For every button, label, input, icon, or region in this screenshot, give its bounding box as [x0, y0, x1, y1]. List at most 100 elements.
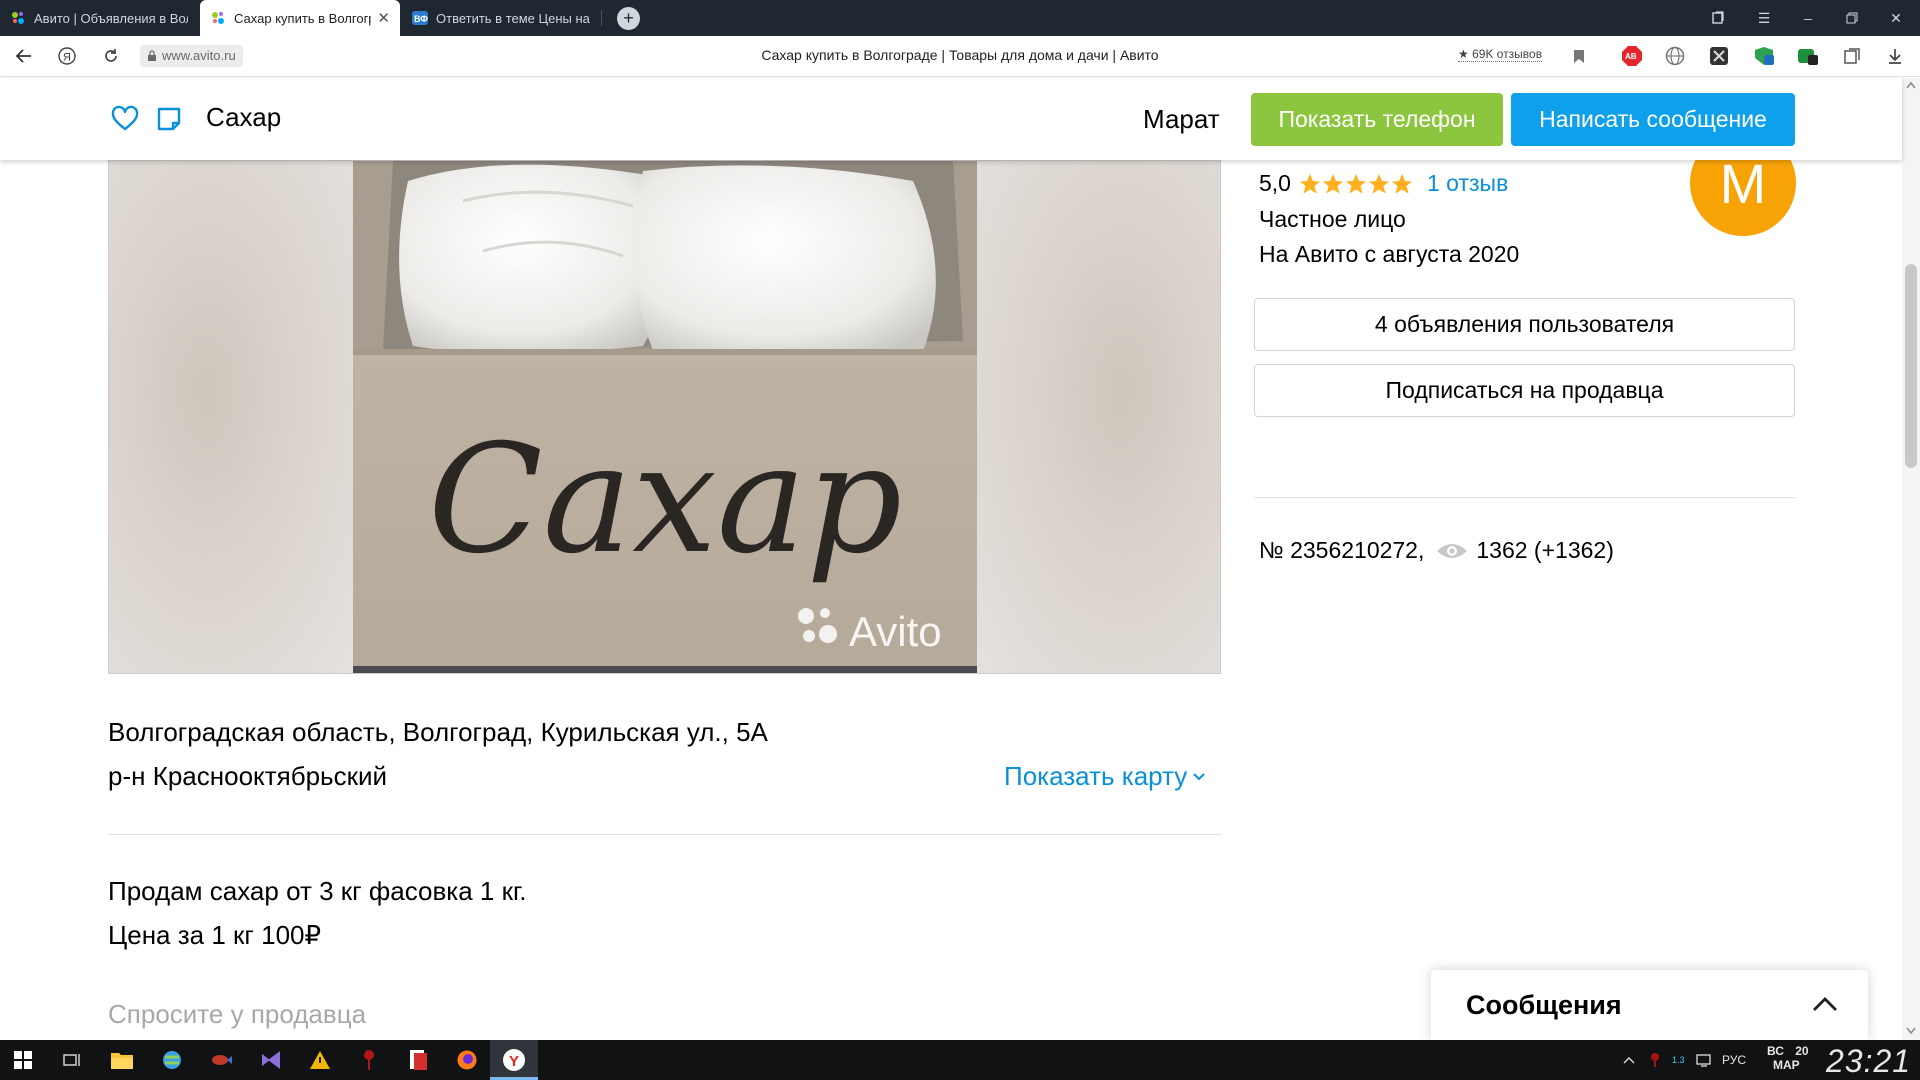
note-icon[interactable]	[155, 105, 183, 133]
back-arrow-icon[interactable]	[12, 44, 36, 68]
avito-watermark-text: Avito	[849, 608, 942, 655]
section-divider	[108, 834, 1221, 835]
avito-favicon-icon	[12, 12, 24, 24]
description-line: Цена за 1 кг 100₽	[108, 920, 322, 950]
green-extension-icon[interactable]	[1753, 45, 1775, 67]
rating-value: 5,0	[1259, 170, 1291, 196]
listing-district: р-н Краснооктябрьский	[108, 761, 388, 791]
tab-forum-reply[interactable]: ВФ Ответить в теме Цены на	[402, 0, 602, 36]
download-icon[interactable]	[1884, 45, 1906, 67]
seller-name-link[interactable]: Марат	[1143, 104, 1220, 135]
views-count: 1362 (+1362)	[1476, 537, 1614, 563]
minimize-icon[interactable]: –	[1786, 0, 1830, 36]
user-ads-button[interactable]: 4 объявления пользователя	[1254, 298, 1795, 351]
star-icon	[1368, 173, 1389, 193]
svg-text:Y: Y	[509, 1053, 519, 1070]
yandex-browser-icon[interactable]: Y	[499, 1045, 529, 1075]
svg-text:ВФ: ВФ	[414, 14, 428, 24]
adblock-extension-icon[interactable]: AB	[1621, 45, 1643, 67]
globe-extension-icon[interactable]	[1664, 45, 1686, 67]
firefox-icon[interactable]	[452, 1045, 482, 1075]
url-text: www.avito.ru	[162, 48, 236, 63]
wallet-extension-icon[interactable]	[1797, 45, 1819, 67]
reviews-link[interactable]: 1 отзыв	[1427, 170, 1508, 197]
seller-divider	[1254, 497, 1795, 498]
avito-favicon-icon	[212, 12, 224, 24]
rating-stars	[1299, 173, 1414, 195]
dark-extension-icon[interactable]	[1708, 45, 1730, 67]
show-map-label: Показать карту	[1004, 761, 1188, 791]
collections-icon[interactable]	[1841, 45, 1863, 67]
svg-text:AB: AB	[1625, 52, 1637, 61]
svg-text:Я: Я	[63, 52, 71, 64]
tab-sugar-listing[interactable]: Сахар купить в Волгограде ✕	[200, 0, 400, 36]
day-of-week: ВС	[1767, 1044, 1784, 1058]
tab-title: Ответить в теме Цены на	[436, 10, 590, 26]
scrollbar-thumb[interactable]	[1905, 264, 1917, 468]
seller-type: Частное лицо	[1259, 206, 1406, 232]
windows-taskbar: Y 1.3 РУС ВС 20 МАР 23:21	[0, 1040, 1920, 1080]
app-document-icon[interactable]	[403, 1045, 433, 1075]
yandex-home-icon[interactable]: Я	[55, 44, 79, 68]
file-explorer-icon[interactable]	[107, 1045, 137, 1075]
description-line: Продам сахар от 3 кг фасовка 1 кг.	[108, 876, 527, 906]
listing-title: Сахар	[206, 102, 282, 132]
url-field[interactable]: www.avito.ru	[140, 45, 243, 67]
seller-rating: 5,0 1 отзыв	[1259, 170, 1508, 197]
tab-avito-ads[interactable]: Авито | Объявления в Волгограде	[0, 0, 198, 36]
photo-blur-left	[109, 161, 353, 673]
close-window-icon[interactable]: ✕	[1874, 0, 1918, 36]
app-pin-icon[interactable]	[354, 1045, 384, 1075]
photo-blur-right	[976, 161, 1220, 673]
listing-address: Волгоградская область, Волгоград, Куриль…	[108, 717, 768, 747]
subscribe-seller-button[interactable]: Подписаться на продавца	[1254, 364, 1795, 417]
listing-meta: № 2356210272, 1362 (+1362)	[1259, 537, 1614, 564]
app-fish-icon[interactable]	[206, 1045, 236, 1075]
close-tab-icon[interactable]: ✕	[377, 9, 390, 27]
scroll-up-arrow-icon[interactable]	[1905, 80, 1917, 90]
product-photo[interactable]: Сахар Avito	[108, 160, 1221, 674]
tab-separator	[601, 10, 602, 26]
listing-sticky-header: Сахар Марат Показать телефон Написать со…	[0, 78, 1902, 160]
windows-start-icon[interactable]	[8, 1045, 38, 1075]
site-reviews-link[interactable]: ★ 69K отзывов	[1458, 47, 1543, 62]
heart-favorite-icon[interactable]	[111, 105, 139, 133]
show-phone-button[interactable]: Показать телефон	[1251, 93, 1503, 146]
language-indicator[interactable]: РУС	[1722, 1053, 1746, 1067]
sugar-box-image: Сахар Avito	[353, 161, 977, 673]
reload-icon[interactable]	[99, 44, 123, 68]
tray-clock[interactable]: 23:21	[1826, 1043, 1911, 1080]
scroll-down-arrow-icon[interactable]	[1905, 1026, 1917, 1036]
show-map-link[interactable]: Показать карту	[1004, 761, 1205, 792]
chevron-up-icon[interactable]	[1812, 996, 1838, 1012]
new-tab-button[interactable]: +	[617, 7, 640, 30]
chevron-down-icon	[1193, 772, 1205, 780]
svg-text:1.3: 1.3	[1672, 1055, 1685, 1065]
browser-navbar: Я www.avito.ru Сахар купить в Волгограде…	[0, 36, 1920, 77]
write-message-button[interactable]: Написать сообщение	[1511, 93, 1795, 146]
app-globe-icon[interactable]	[157, 1045, 187, 1075]
bookmark-icon[interactable]	[1568, 45, 1590, 67]
messages-widget[interactable]: Сообщения	[1431, 970, 1868, 1040]
listing-number: № 2356210272,	[1259, 537, 1425, 563]
tab-title: Сахар купить в Волгограде	[234, 10, 371, 26]
eye-icon	[1437, 543, 1468, 558]
app-visual-studio-icon[interactable]	[256, 1045, 286, 1075]
task-view-icon[interactable]	[57, 1045, 87, 1075]
seller-since: На Авито с августа 2020	[1259, 241, 1520, 267]
tray-network-icon[interactable]	[1690, 1045, 1720, 1075]
tray-date[interactable]: ВС 20 МАР	[1767, 1044, 1809, 1072]
app-warning-icon[interactable]	[305, 1045, 335, 1075]
star-icon	[1322, 173, 1343, 193]
browser-menu-icon[interactable]: ☰	[1742, 0, 1786, 36]
restore-icon[interactable]	[1830, 0, 1874, 36]
ask-seller-heading: Спросите у продавца	[108, 999, 367, 1029]
page-scrollbar[interactable]	[1902, 78, 1920, 1040]
tab-title: Авито | Объявления в Волгограде	[34, 10, 188, 26]
browser-tab-strip: Авито | Объявления в Волгограде Сахар ку…	[0, 0, 1920, 36]
vk-favicon-icon: ВФ	[412, 11, 428, 25]
tabs-list-icon[interactable]	[1696, 0, 1740, 36]
lock-icon	[148, 50, 156, 61]
star-icon	[1345, 173, 1366, 193]
star-icon	[1299, 173, 1320, 193]
